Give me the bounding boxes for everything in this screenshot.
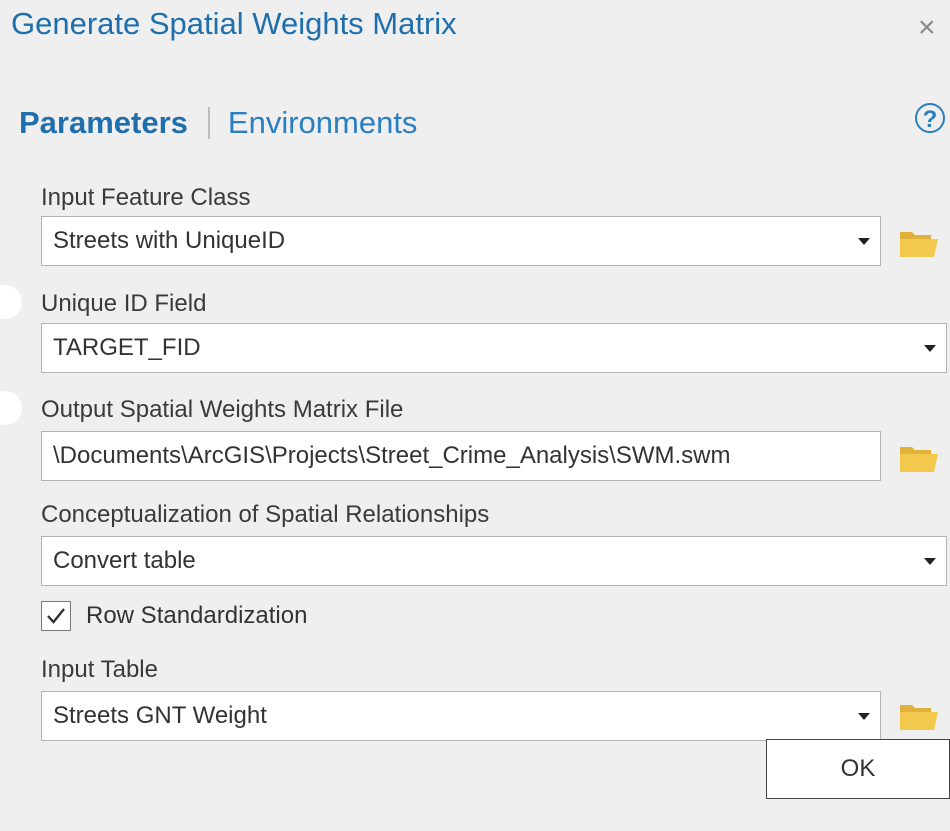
input-feature-class-dropdown[interactable]: Streets with UniqueID [41,216,881,266]
tab-separator [207,107,210,139]
conceptualization-dropdown[interactable]: Convert table [41,536,947,586]
side-marker [0,285,22,319]
conceptualization-label: Conceptualization of Spatial Relationshi… [41,501,490,528]
row-standardization-label[interactable]: Row Standardization [86,602,307,630]
output-swm-file-label: Output Spatial Weights Matrix File [41,396,404,423]
checkmark-icon [47,608,65,624]
input-table-dropdown[interactable]: Streets GNT Weight [41,691,881,741]
folder-icon[interactable] [899,228,939,258]
close-icon[interactable]: × [918,8,950,48]
help-icon[interactable]: ? [915,103,945,133]
output-swm-file-value: \Documents\ArcGIS\Projects\Street_Crime_… [53,442,731,469]
unique-id-field-dropdown[interactable]: TARGET_FID [41,323,947,373]
unique-id-field-value: TARGET_FID [53,334,201,361]
chevron-down-icon [924,344,936,352]
dialog-title: Generate Spatial Weights Matrix [11,6,457,41]
folder-icon[interactable] [899,443,939,473]
tab-environments[interactable]: Environments [228,105,418,141]
chevron-down-icon [858,712,870,720]
output-swm-file-input[interactable]: \Documents\ArcGIS\Projects\Street_Crime_… [41,431,881,481]
input-feature-class-label: Input Feature Class [41,184,251,211]
ok-button[interactable]: OK [766,739,950,799]
chevron-down-icon [858,237,870,245]
chevron-down-icon [924,557,936,565]
conceptualization-value: Convert table [53,547,196,574]
tab-bar: Parameters Environments [19,102,417,144]
folder-icon[interactable] [899,701,939,731]
tab-parameters[interactable]: Parameters [19,105,188,141]
unique-id-field-label: Unique ID Field [41,290,207,317]
input-feature-class-value: Streets with UniqueID [53,227,286,254]
row-standardization-checkbox[interactable] [41,601,71,631]
side-marker [0,391,22,425]
input-table-label: Input Table [41,656,158,683]
input-table-value: Streets GNT Weight [53,702,267,729]
